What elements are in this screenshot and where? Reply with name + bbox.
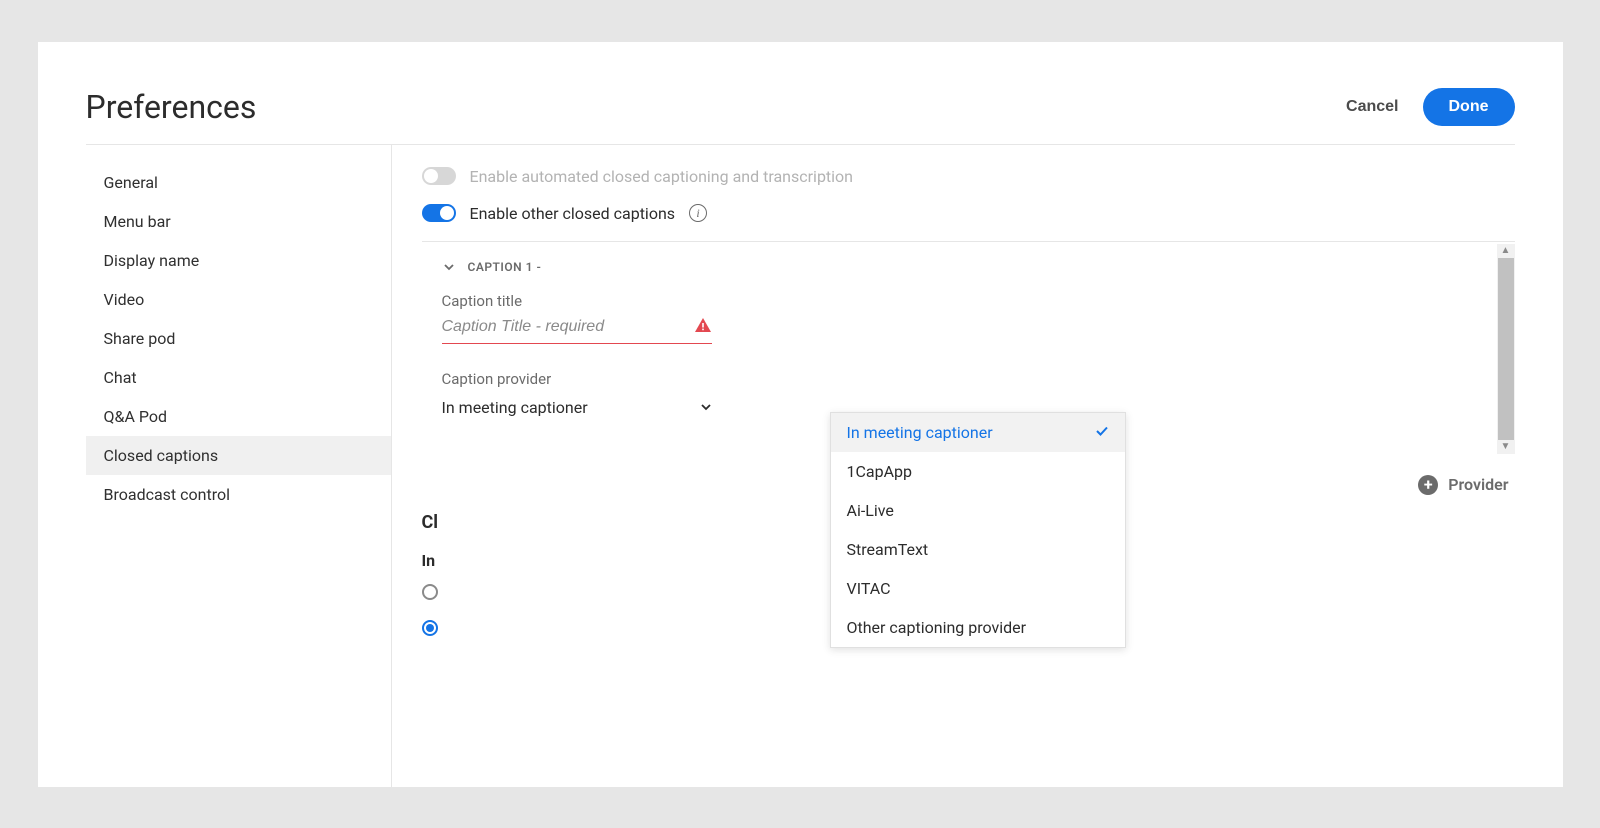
- toggle-knob: [424, 169, 438, 183]
- provider-option-other[interactable]: Other captioning provider: [831, 608, 1125, 647]
- add-provider-button[interactable]: + Provider: [1418, 475, 1508, 495]
- provider-option-streamtext[interactable]: StreamText: [831, 530, 1125, 569]
- toggle-row-automated: Enable automated closed captioning and t…: [422, 167, 1515, 186]
- caption-heading-row[interactable]: CAPTION 1 -: [442, 260, 1475, 274]
- sidebar-item-menu-bar[interactable]: Menu bar: [86, 202, 391, 241]
- scroll-up-arrow-icon[interactable]: ▲: [1497, 244, 1515, 258]
- toggle-knob: [440, 206, 454, 220]
- chevron-down-icon: [700, 398, 712, 417]
- dialog-body: General Menu bar Display name Video Shar…: [86, 145, 1515, 787]
- toggle-automated-label: Enable automated closed captioning and t…: [470, 167, 854, 186]
- provider-selected-value: In meeting captioner: [442, 398, 588, 417]
- provider-option-label: In meeting captioner: [847, 423, 993, 442]
- sidebar-item-display-name[interactable]: Display name: [86, 241, 391, 280]
- caption-provider-select[interactable]: In meeting captioner: [442, 394, 712, 421]
- caption-title-label: Caption title: [442, 292, 1475, 310]
- radio-option-1[interactable]: [422, 584, 438, 600]
- radio-option-2[interactable]: [422, 620, 438, 636]
- cancel-button[interactable]: Cancel: [1346, 98, 1398, 116]
- scroll-down-arrow-icon[interactable]: ▼: [1497, 440, 1515, 454]
- toggle-other-captions[interactable]: [422, 204, 456, 222]
- provider-option-1capapp[interactable]: 1CapApp: [831, 452, 1125, 491]
- toggle-other-label: Enable other closed captions: [470, 204, 676, 223]
- provider-option-label: VITAC: [847, 579, 891, 598]
- caption-heading: CAPTION 1 -: [468, 260, 542, 274]
- add-provider-label: Provider: [1448, 475, 1508, 494]
- caption-provider-label: Caption provider: [442, 370, 1475, 388]
- sidebar-item-closed-captions[interactable]: Closed captions: [86, 436, 391, 475]
- provider-option-label: StreamText: [847, 540, 929, 559]
- preferences-dialog: Preferences Cancel Done General Menu bar…: [38, 42, 1563, 787]
- sidebar-item-video[interactable]: Video: [86, 280, 391, 319]
- provider-option-ai-live[interactable]: Ai-Live: [831, 491, 1125, 530]
- warning-icon: [694, 316, 712, 339]
- chevron-down-icon: [442, 260, 456, 274]
- scroll-thumb[interactable]: [1498, 258, 1514, 440]
- sidebar-item-chat[interactable]: Chat: [86, 358, 391, 397]
- provider-option-label: Ai-Live: [847, 501, 894, 520]
- sidebar-item-share-pod[interactable]: Share pod: [86, 319, 391, 358]
- plus-circle-icon: +: [1418, 475, 1438, 495]
- sidebar-item-general[interactable]: General: [86, 163, 391, 202]
- caption-inner: CAPTION 1 - Caption title Caption provid…: [422, 242, 1515, 421]
- sidebar: General Menu bar Display name Video Shar…: [86, 145, 392, 787]
- caption-title-input[interactable]: [442, 318, 694, 336]
- sidebar-item-broadcast-control[interactable]: Broadcast control: [86, 475, 391, 514]
- toggle-automated-captioning[interactable]: [422, 167, 456, 185]
- sidebar-item-qa-pod[interactable]: Q&A Pod: [86, 397, 391, 436]
- main-panel: Enable automated closed captioning and t…: [392, 145, 1515, 787]
- done-button[interactable]: Done: [1423, 88, 1515, 126]
- provider-option-label: 1CapApp: [847, 462, 913, 481]
- scrollbar[interactable]: ▲ ▼: [1497, 244, 1515, 454]
- caption-title-field: [442, 316, 712, 344]
- provider-dropdown: In meeting captioner 1CapApp Ai-Live Str…: [830, 412, 1126, 648]
- provider-option-label: Other captioning provider: [847, 618, 1027, 637]
- check-icon: [1095, 423, 1109, 442]
- dialog-header: Preferences Cancel Done: [86, 88, 1515, 145]
- toggle-row-other: Enable other closed captions i: [422, 204, 1515, 223]
- header-actions: Cancel Done: [1346, 88, 1514, 126]
- provider-option-in-meeting-captioner[interactable]: In meeting captioner: [831, 413, 1125, 452]
- info-icon[interactable]: i: [689, 204, 707, 222]
- page-title: Preferences: [86, 88, 257, 126]
- provider-option-vitac[interactable]: VITAC: [831, 569, 1125, 608]
